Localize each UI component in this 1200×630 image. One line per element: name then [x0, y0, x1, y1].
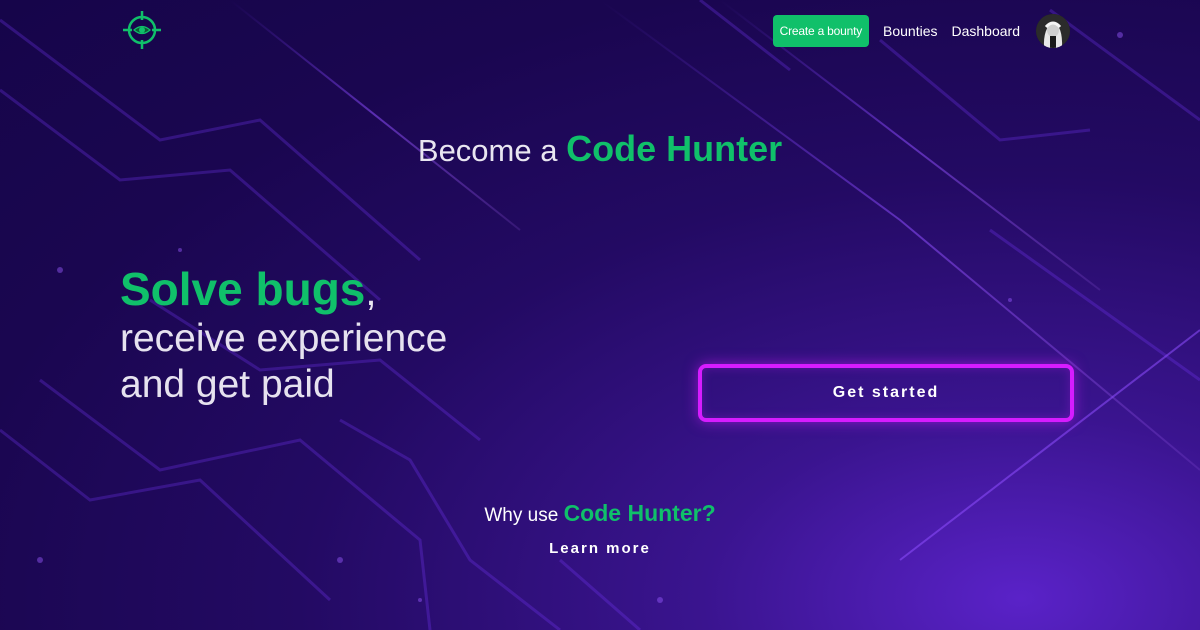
top-nav: Create a bounty Bounties Dashboard [772, 14, 1070, 48]
hero-tagline: Become a Code Hunter [0, 128, 1200, 170]
headline-line-2: receive experience [120, 317, 448, 360]
create-bounty-button[interactable]: Create a bounty [772, 15, 870, 47]
crosshair-eye-icon [123, 11, 161, 49]
headline-comma: , [365, 270, 377, 314]
user-avatar[interactable] [1036, 14, 1070, 48]
why-heading: Why use Code Hunter? [0, 500, 1200, 527]
nav-link-bounties[interactable]: Bounties [883, 23, 937, 39]
avatar-image-icon [1036, 14, 1070, 48]
headline-line-3: and get paid [120, 363, 335, 406]
why-prefix: Why use [484, 505, 559, 526]
hero-headline: Solve bugs, receive experience and get p… [120, 262, 600, 408]
logo-crosshair-icon[interactable] [122, 10, 162, 50]
tagline-brand: Code Hunter [566, 128, 783, 169]
landing-page: Create a bounty Bounties Dashboard Becom… [0, 0, 1200, 630]
tagline-prefix: Become a [417, 133, 558, 168]
nav-link-dashboard[interactable]: Dashboard [952, 23, 1021, 39]
why-brand: Code Hunter? [563, 500, 716, 526]
headline-strong: Solve bugs [120, 263, 366, 315]
get-started-button[interactable]: Get started [698, 364, 1074, 422]
learn-more-link[interactable]: Learn more [0, 540, 1200, 557]
